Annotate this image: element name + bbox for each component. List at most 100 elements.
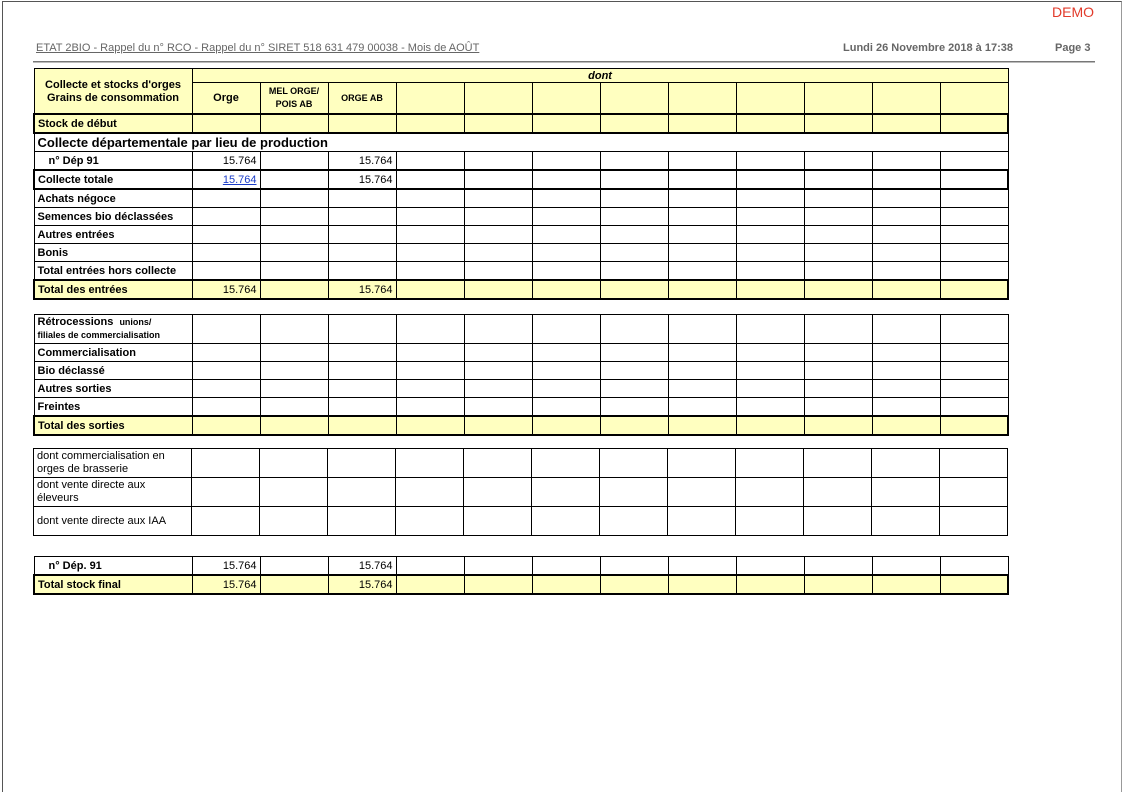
report-date: Lundi 26 Novembre 2018 à 17:38 bbox=[843, 42, 1013, 54]
table-cell bbox=[191, 225, 261, 244]
table-cell bbox=[939, 415, 1009, 436]
table-cell bbox=[871, 169, 941, 190]
table-cell bbox=[531, 82, 601, 115]
page-number: Page 3 bbox=[1055, 42, 1091, 54]
table-cell bbox=[939, 397, 1009, 417]
table-cell bbox=[259, 397, 329, 417]
table-cell bbox=[395, 261, 465, 281]
table-cell bbox=[531, 279, 601, 300]
table-cell bbox=[667, 415, 737, 436]
table-cell bbox=[939, 151, 1009, 171]
table-cell bbox=[735, 261, 805, 281]
table-cell bbox=[871, 113, 941, 134]
table-cell bbox=[327, 113, 397, 134]
table-cell bbox=[599, 243, 669, 262]
row-label-total-stock-final: Total stock final bbox=[33, 574, 193, 595]
table-cell bbox=[871, 279, 941, 300]
table-cell bbox=[259, 243, 329, 262]
table-cell bbox=[939, 556, 1009, 576]
table-cell bbox=[735, 207, 805, 226]
table-cell bbox=[939, 243, 1009, 262]
table-cell bbox=[803, 379, 873, 398]
table-row: Semences bio déclassées bbox=[33, 207, 1009, 226]
report-title: ETAT 2BIO - Rappel du n° RCO - Rappel du… bbox=[36, 42, 480, 54]
table-cell bbox=[191, 415, 261, 436]
table-cell bbox=[191, 314, 261, 344]
table-cell bbox=[803, 574, 873, 595]
table-cell bbox=[463, 261, 533, 281]
table-cell bbox=[735, 169, 805, 190]
table-cell bbox=[259, 506, 328, 536]
table-cell bbox=[531, 448, 600, 478]
table-cell bbox=[803, 415, 873, 436]
table-cell bbox=[327, 225, 397, 244]
table-cell bbox=[463, 415, 533, 436]
table-cell bbox=[667, 243, 737, 262]
table-cell bbox=[259, 343, 329, 362]
table-cell bbox=[735, 556, 805, 576]
table-cell bbox=[735, 82, 805, 115]
table-cell bbox=[803, 314, 873, 344]
table-cell bbox=[259, 361, 329, 380]
collecte-totale-link[interactable]: 15.764 bbox=[223, 174, 257, 186]
entries-table: Collecte et stocks d'orges Grains de cons… bbox=[33, 68, 1010, 300]
table-cell bbox=[803, 261, 873, 281]
col-mel-orge-pois-ab: MEL ORGE/POIS AB bbox=[259, 82, 329, 115]
table-cell bbox=[599, 261, 669, 281]
table-cell bbox=[871, 343, 941, 362]
dont-header: dont bbox=[191, 68, 1009, 83]
table-cell bbox=[735, 506, 804, 536]
table-cell bbox=[871, 225, 941, 244]
table-cell bbox=[735, 188, 805, 208]
row-label-autres-sorties: Autres sorties bbox=[33, 379, 193, 398]
table-cell bbox=[395, 361, 465, 380]
cell-orge-ab: 15.764 bbox=[327, 151, 397, 171]
row-header-cell: Collecte et stocks d'orges Grains de cons… bbox=[33, 68, 193, 115]
table-cell bbox=[327, 314, 397, 344]
table-cell bbox=[395, 243, 465, 262]
table-cell bbox=[803, 506, 872, 536]
table-cell bbox=[395, 188, 465, 208]
table-cell bbox=[191, 261, 261, 281]
table-cell bbox=[735, 397, 805, 417]
row-label-dep91: n° Dép 91 bbox=[33, 151, 193, 171]
table-cell bbox=[803, 343, 873, 362]
table-cell bbox=[939, 188, 1009, 208]
table-row: Total des entrées 15.764 15.764 bbox=[33, 279, 1010, 300]
table-cell bbox=[667, 207, 737, 226]
table-cell bbox=[599, 574, 669, 595]
table-row: Achats négoce bbox=[33, 188, 1009, 208]
table-cell bbox=[463, 397, 533, 417]
row-label-bio-declasse: Bio déclassé bbox=[33, 361, 193, 380]
table-cell bbox=[599, 188, 669, 208]
table-cell bbox=[191, 207, 261, 226]
table-cell bbox=[395, 225, 465, 244]
cell-orge: 15.764 bbox=[191, 574, 261, 595]
table-cell bbox=[327, 343, 397, 362]
table-cell bbox=[599, 82, 669, 115]
table-row: Total stock final 15.764 15.764 bbox=[33, 574, 1009, 595]
table-cell bbox=[191, 243, 261, 262]
table-cell bbox=[667, 477, 736, 507]
table-cell bbox=[395, 556, 465, 576]
cell-orge-ab: 15.764 bbox=[327, 279, 397, 300]
table-cell bbox=[667, 361, 737, 380]
row-label-autres-entrees: Autres entrées bbox=[33, 225, 193, 244]
table-cell bbox=[531, 188, 601, 208]
table-cell bbox=[871, 261, 941, 281]
table-cell bbox=[939, 379, 1009, 398]
row-label-bonis: Bonis bbox=[33, 243, 193, 262]
header-rule bbox=[33, 61, 1095, 63]
table-cell bbox=[259, 415, 329, 436]
row-label-total-hors-collecte: Total entrées hors collecte bbox=[33, 261, 193, 281]
table-cell bbox=[327, 207, 397, 226]
table-cell bbox=[803, 225, 873, 244]
table-cell bbox=[463, 82, 533, 115]
table-cell bbox=[531, 574, 601, 595]
table-cell bbox=[735, 415, 805, 436]
table-cell bbox=[395, 397, 465, 417]
table-cell bbox=[599, 207, 669, 226]
row-label-commercialisation: Commercialisation bbox=[33, 343, 193, 362]
table-cell bbox=[803, 477, 872, 507]
table-cell bbox=[803, 82, 873, 115]
